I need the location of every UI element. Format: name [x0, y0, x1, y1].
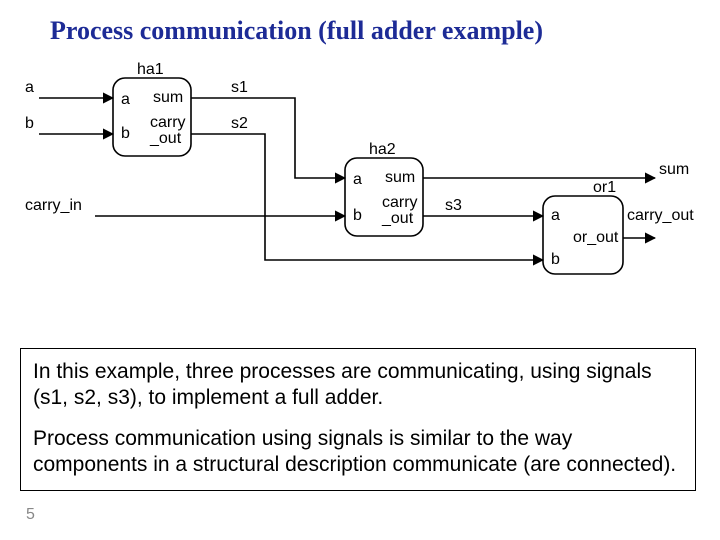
- ha1-name: ha1: [137, 62, 164, 78]
- signal-s2-label: s2: [231, 115, 248, 132]
- wire-s2: [191, 134, 543, 260]
- or1-port-b: b: [551, 251, 560, 268]
- ha2-name: ha2: [369, 141, 396, 158]
- ha2-port-carry-out-l2: _out: [381, 210, 414, 227]
- ha2-port-carry-out-l1: carry: [382, 194, 418, 211]
- input-b-label: b: [25, 115, 34, 132]
- full-adder-diagram: ha1 a b sum carry _out a b s1 s2 carry_i…: [25, 62, 695, 302]
- or1-port-a: a: [551, 207, 560, 224]
- ha1-port-sum: sum: [153, 89, 183, 106]
- page-number: 5: [26, 506, 35, 524]
- description-p2: Process communication using signals is s…: [33, 426, 683, 479]
- input-carry-in-label: carry_in: [25, 197, 82, 214]
- output-sum-label: sum: [659, 161, 689, 178]
- slide-title: Process communication (full adder exampl…: [50, 16, 543, 46]
- ha1-port-b: b: [121, 125, 130, 142]
- ha1-port-carry-out-l1: carry: [150, 114, 186, 131]
- or1-name: or1: [593, 179, 616, 196]
- input-a-label: a: [25, 79, 34, 96]
- description-p1: In this example, three processes are com…: [33, 359, 683, 412]
- signal-s1-label: s1: [231, 79, 248, 96]
- output-carry-out-label: carry_out: [627, 207, 694, 224]
- wire-s1: [191, 98, 345, 178]
- ha1-port-carry-out-l2: _out: [149, 130, 182, 147]
- ha1-port-a: a: [121, 91, 130, 108]
- or1-port-orout: or_out: [573, 229, 619, 246]
- slide: Process communication (full adder exampl…: [0, 0, 720, 540]
- signal-s3-label: s3: [445, 197, 462, 214]
- ha2-port-a: a: [353, 171, 362, 188]
- ha2-port-b: b: [353, 207, 362, 224]
- description-box: In this example, three processes are com…: [20, 348, 696, 491]
- ha2-port-sum: sum: [385, 169, 415, 186]
